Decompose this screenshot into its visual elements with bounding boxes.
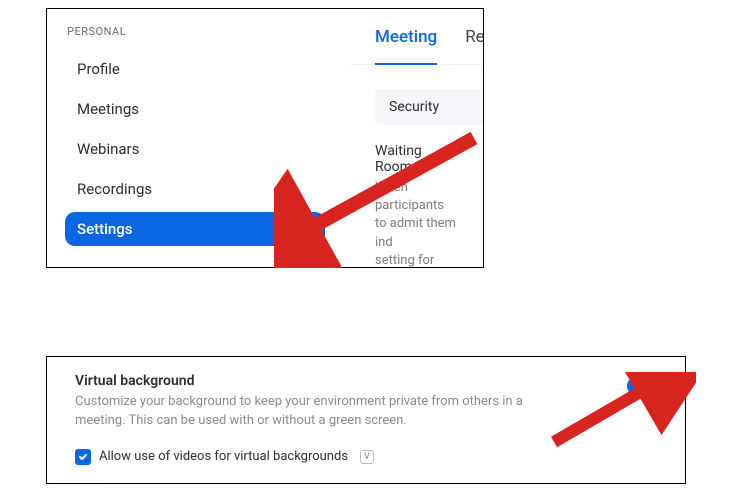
- sidebar-item-webinars[interactable]: Webinars: [65, 132, 325, 166]
- virtual-background-title: Virtual background: [75, 373, 545, 389]
- sidebar-item-label: Settings: [77, 220, 133, 238]
- waiting-room-description: When participants to admit them ind sett…: [375, 179, 459, 268]
- allow-videos-label: Allow use of videos for virtual backgrou…: [99, 449, 348, 464]
- section-security[interactable]: Security: [375, 89, 484, 125]
- sidebar-item-recordings[interactable]: Recordings: [65, 172, 325, 206]
- settings-top-panel: PERSONAL Profile Meetings Webinars Recor…: [46, 8, 484, 268]
- virtual-background-text: Virtual background Customize your backgr…: [75, 373, 545, 431]
- section-label: Security: [389, 99, 439, 115]
- sidebar: PERSONAL Profile Meetings Webinars Recor…: [47, 9, 343, 267]
- waiting-room-setting: Waiting Room When participants to admit …: [375, 143, 459, 268]
- tab-label: Re: [465, 27, 484, 47]
- allow-videos-checkbox[interactable]: [75, 449, 91, 465]
- settings-subsections: Security Waiting Room When participants …: [351, 65, 483, 268]
- tab-recording[interactable]: Re: [465, 27, 484, 64]
- sidebar-item-label: Profile: [77, 60, 120, 78]
- sidebar-item-meetings[interactable]: Meetings: [65, 92, 325, 126]
- sidebar-item-label: Meetings: [77, 100, 139, 118]
- virtual-background-panel: Virtual background Customize your backgr…: [46, 356, 686, 484]
- tab-label: Meeting: [375, 27, 437, 47]
- virtual-background-toggle[interactable]: [627, 377, 661, 395]
- info-badge-icon[interactable]: V: [360, 450, 374, 464]
- settings-tabs: Meeting Re: [351, 9, 483, 65]
- sidebar-section-label: PERSONAL: [67, 25, 325, 38]
- virtual-background-row: Virtual background Customize your backgr…: [75, 373, 661, 431]
- virtual-background-description: Customize your background to keep your e…: [75, 393, 545, 431]
- settings-right-pane: Meeting Re Security Waiting Room When pa…: [351, 9, 483, 267]
- tab-meeting[interactable]: Meeting: [375, 27, 437, 64]
- sidebar-item-label: Webinars: [77, 140, 139, 158]
- allow-videos-option: Allow use of videos for virtual backgrou…: [75, 449, 661, 465]
- check-icon: [78, 452, 88, 462]
- sidebar-item-profile[interactable]: Profile: [65, 52, 325, 86]
- sidebar-item-settings[interactable]: Settings: [65, 212, 325, 246]
- sidebar-item-label: Recordings: [77, 180, 152, 198]
- waiting-room-title: Waiting Room: [375, 143, 459, 175]
